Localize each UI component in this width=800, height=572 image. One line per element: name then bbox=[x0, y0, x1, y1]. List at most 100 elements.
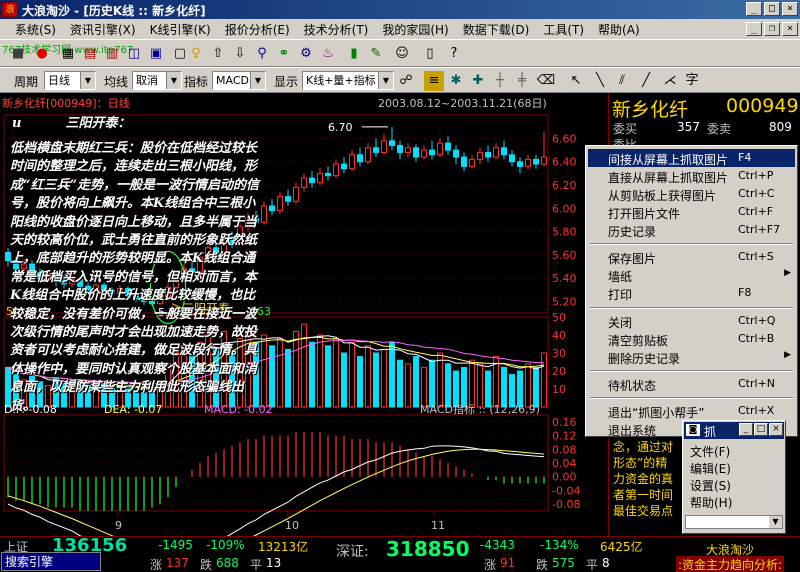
chevron-down-icon: ▼ bbox=[250, 72, 265, 89]
volume-bar bbox=[541, 352, 547, 408]
sz-flat-label: 平 bbox=[586, 558, 599, 572]
close-button[interactable]: × bbox=[782, 2, 798, 16]
parallel-line-icon[interactable]: ⫽ bbox=[612, 71, 632, 91]
menu-quote-analysis[interactable]: 报价分析(E) bbox=[218, 21, 297, 38]
helper-maximize-button[interactable]: □ bbox=[754, 423, 768, 436]
context-menu: 间接从屏幕上抓取图片 F4 直接从屏幕上抓取图片 Ctrl+P 从剪贴板上获得图… bbox=[585, 145, 798, 438]
menu-clear-clipboard[interactable]: 清空剪贴板 Ctrl+B bbox=[588, 330, 795, 348]
menu-direct-capture[interactable]: 直接从屏幕上抓取图片 Ctrl+P bbox=[588, 167, 795, 185]
menu-news-engine[interactable]: 资讯引擎(X) bbox=[63, 21, 143, 38]
period-select[interactable]: 日线 ▼ bbox=[44, 71, 96, 90]
helper-minimize-button[interactable]: _ bbox=[739, 423, 753, 436]
menu-history[interactable]: 历史记录 Ctrl+F7 bbox=[588, 221, 795, 239]
fan-icon[interactable]: ⋌ bbox=[660, 71, 680, 91]
sz-down-count: 575 bbox=[552, 556, 575, 570]
helper-menu-help[interactable]: 帮助(H) bbox=[690, 494, 732, 511]
ma-select[interactable]: 取消 ▼ bbox=[132, 71, 182, 90]
filter-icon[interactable]: ⚙ bbox=[296, 44, 316, 64]
menu-save-image[interactable]: 保存图片 Ctrl+S bbox=[588, 248, 795, 266]
search-stock-icon[interactable]: ⚲ bbox=[252, 44, 272, 64]
price-tick-label: 5.60 bbox=[552, 249, 577, 262]
menu-indirect-capture[interactable]: 间接从屏幕上抓取图片 F4 bbox=[588, 149, 795, 167]
news-icon[interactable]: ▣ bbox=[146, 44, 166, 64]
menu-system[interactable]: 系统(S) bbox=[8, 21, 63, 38]
chevron-down-icon: ▼ bbox=[166, 72, 181, 89]
indicator-select[interactable]: MACD ▼ bbox=[212, 71, 266, 90]
menu-item-shortcut: Ctrl+S bbox=[738, 250, 774, 263]
maximize-button[interactable]: □ bbox=[764, 2, 780, 16]
candle-body bbox=[381, 140, 387, 153]
cross-icon[interactable]: ✚ bbox=[468, 71, 488, 91]
binoculars-icon[interactable]: ☍ bbox=[396, 71, 416, 91]
table-icon[interactable]: ▤ bbox=[80, 44, 100, 64]
volume-bar bbox=[413, 356, 419, 408]
menu-exit-helper[interactable]: 退出“抓图小帮手” Ctrl+X bbox=[588, 402, 795, 420]
split-icon[interactable]: ╪ bbox=[512, 71, 532, 91]
arrow-up-icon[interactable]: ⇧ bbox=[208, 44, 228, 64]
candle-body bbox=[261, 205, 267, 223]
record-icon[interactable]: ● bbox=[32, 44, 52, 64]
menu-item-label: 历史记录 bbox=[608, 225, 657, 239]
volume-bar bbox=[405, 363, 411, 408]
grid-icon[interactable]: ▦ bbox=[58, 44, 78, 64]
chart-window-icon[interactable]: ◫ bbox=[124, 44, 144, 64]
chart-date-range: 2003.08.12~2003.11.21(68日) bbox=[378, 97, 547, 110]
menu-kline-engine[interactable]: K线引擎(K) bbox=[143, 21, 218, 38]
line-tool-icon[interactable]: ╲ bbox=[590, 71, 610, 91]
sz-up-count: 91 bbox=[500, 556, 516, 570]
helper-menu-settings[interactable]: 设置(S) bbox=[690, 477, 731, 494]
lines-icon[interactable]: ≡ bbox=[424, 71, 444, 91]
arrow-down-icon[interactable]: ⇩ bbox=[230, 44, 250, 64]
volume-bar bbox=[453, 370, 459, 408]
child-restore-button[interactable]: ❐ bbox=[764, 22, 780, 36]
volume-tick-label: 50 bbox=[552, 311, 566, 324]
stop-icon[interactable]: ■ bbox=[8, 44, 28, 64]
macd-tick-label: 0.12 bbox=[552, 430, 577, 443]
volume-bar bbox=[285, 348, 291, 408]
multi-chart-icon[interactable]: ▥ bbox=[102, 44, 122, 64]
volume-bar bbox=[293, 330, 299, 408]
helper-menu-file[interactable]: 文件(F) bbox=[690, 443, 730, 460]
help-icon[interactable]: ? bbox=[444, 44, 464, 64]
menu-item-label: 退出系统 bbox=[608, 424, 657, 438]
minimize-button[interactable]: _ bbox=[746, 2, 762, 16]
menu-technical-analysis[interactable]: 技术分析(T) bbox=[297, 21, 376, 38]
pointer-icon[interactable]: ↖ bbox=[566, 71, 586, 91]
helper-menu-edit[interactable]: 编辑(E) bbox=[690, 460, 731, 477]
volume-tick-label: 40 bbox=[552, 329, 566, 342]
gear-icon[interactable]: ✱ bbox=[446, 71, 466, 91]
menu-standby[interactable]: 待机状态 Ctrl+N bbox=[588, 375, 795, 393]
document-icon[interactable]: ▯ bbox=[420, 44, 440, 64]
text-tool-button[interactable]: 字 bbox=[682, 71, 702, 91]
menu-print[interactable]: 打印 F8 bbox=[588, 284, 795, 302]
capture-helper-titlebar[interactable]: ◙ 抓 _ □ × bbox=[684, 422, 784, 439]
menu-from-clipboard[interactable]: 从剪贴板上获得图片 Ctrl+C bbox=[588, 185, 795, 203]
search-engine-box[interactable]: 搜索引擎 bbox=[1, 552, 101, 571]
menu-open-image[interactable]: 打开图片文件 Ctrl+F bbox=[588, 203, 795, 221]
menu-close[interactable]: 关闭 Ctrl+Q bbox=[588, 312, 795, 330]
menu-my-home[interactable]: 我的家园(H) bbox=[375, 21, 455, 38]
wrench-icon[interactable]: ✎ bbox=[366, 44, 386, 64]
menu-item-shortcut: Ctrl+P bbox=[738, 169, 774, 182]
helper-close-button[interactable]: × bbox=[769, 423, 783, 436]
sz-flat-count: 8 bbox=[602, 556, 610, 570]
crosshair-icon[interactable]: ┼ bbox=[490, 71, 510, 91]
sh-flat-label: 平 bbox=[250, 558, 263, 572]
menu-data-download[interactable]: 数据下载(D) bbox=[456, 21, 537, 38]
menu-wallpaper[interactable]: 墙纸 ▶ bbox=[588, 266, 795, 284]
menu-help[interactable]: 帮助(A) bbox=[591, 21, 647, 38]
bar-chart-icon[interactable]: ▮ bbox=[344, 44, 364, 64]
formula-icon[interactable]: ♨ bbox=[318, 44, 338, 64]
ray-icon[interactable]: ╱ bbox=[636, 71, 656, 91]
menu-delete-history[interactable]: 删除历史记录 ▶ bbox=[588, 348, 795, 366]
child-minimize-button[interactable]: _ bbox=[746, 22, 762, 36]
helper-input[interactable]: ▼ bbox=[685, 515, 783, 529]
menu-tools[interactable]: 工具(T) bbox=[536, 21, 591, 38]
child-close-button[interactable]: × bbox=[782, 22, 798, 36]
bulb-icon[interactable]: ♀ bbox=[186, 44, 206, 64]
people-icon[interactable]: ☺ bbox=[392, 44, 412, 64]
link-icon[interactable]: ⚭ bbox=[274, 44, 294, 64]
display-select[interactable]: K线+量+指标 ▼ bbox=[302, 71, 394, 90]
eraser-icon[interactable]: ⌫ bbox=[536, 71, 556, 91]
candle-body bbox=[533, 158, 539, 165]
